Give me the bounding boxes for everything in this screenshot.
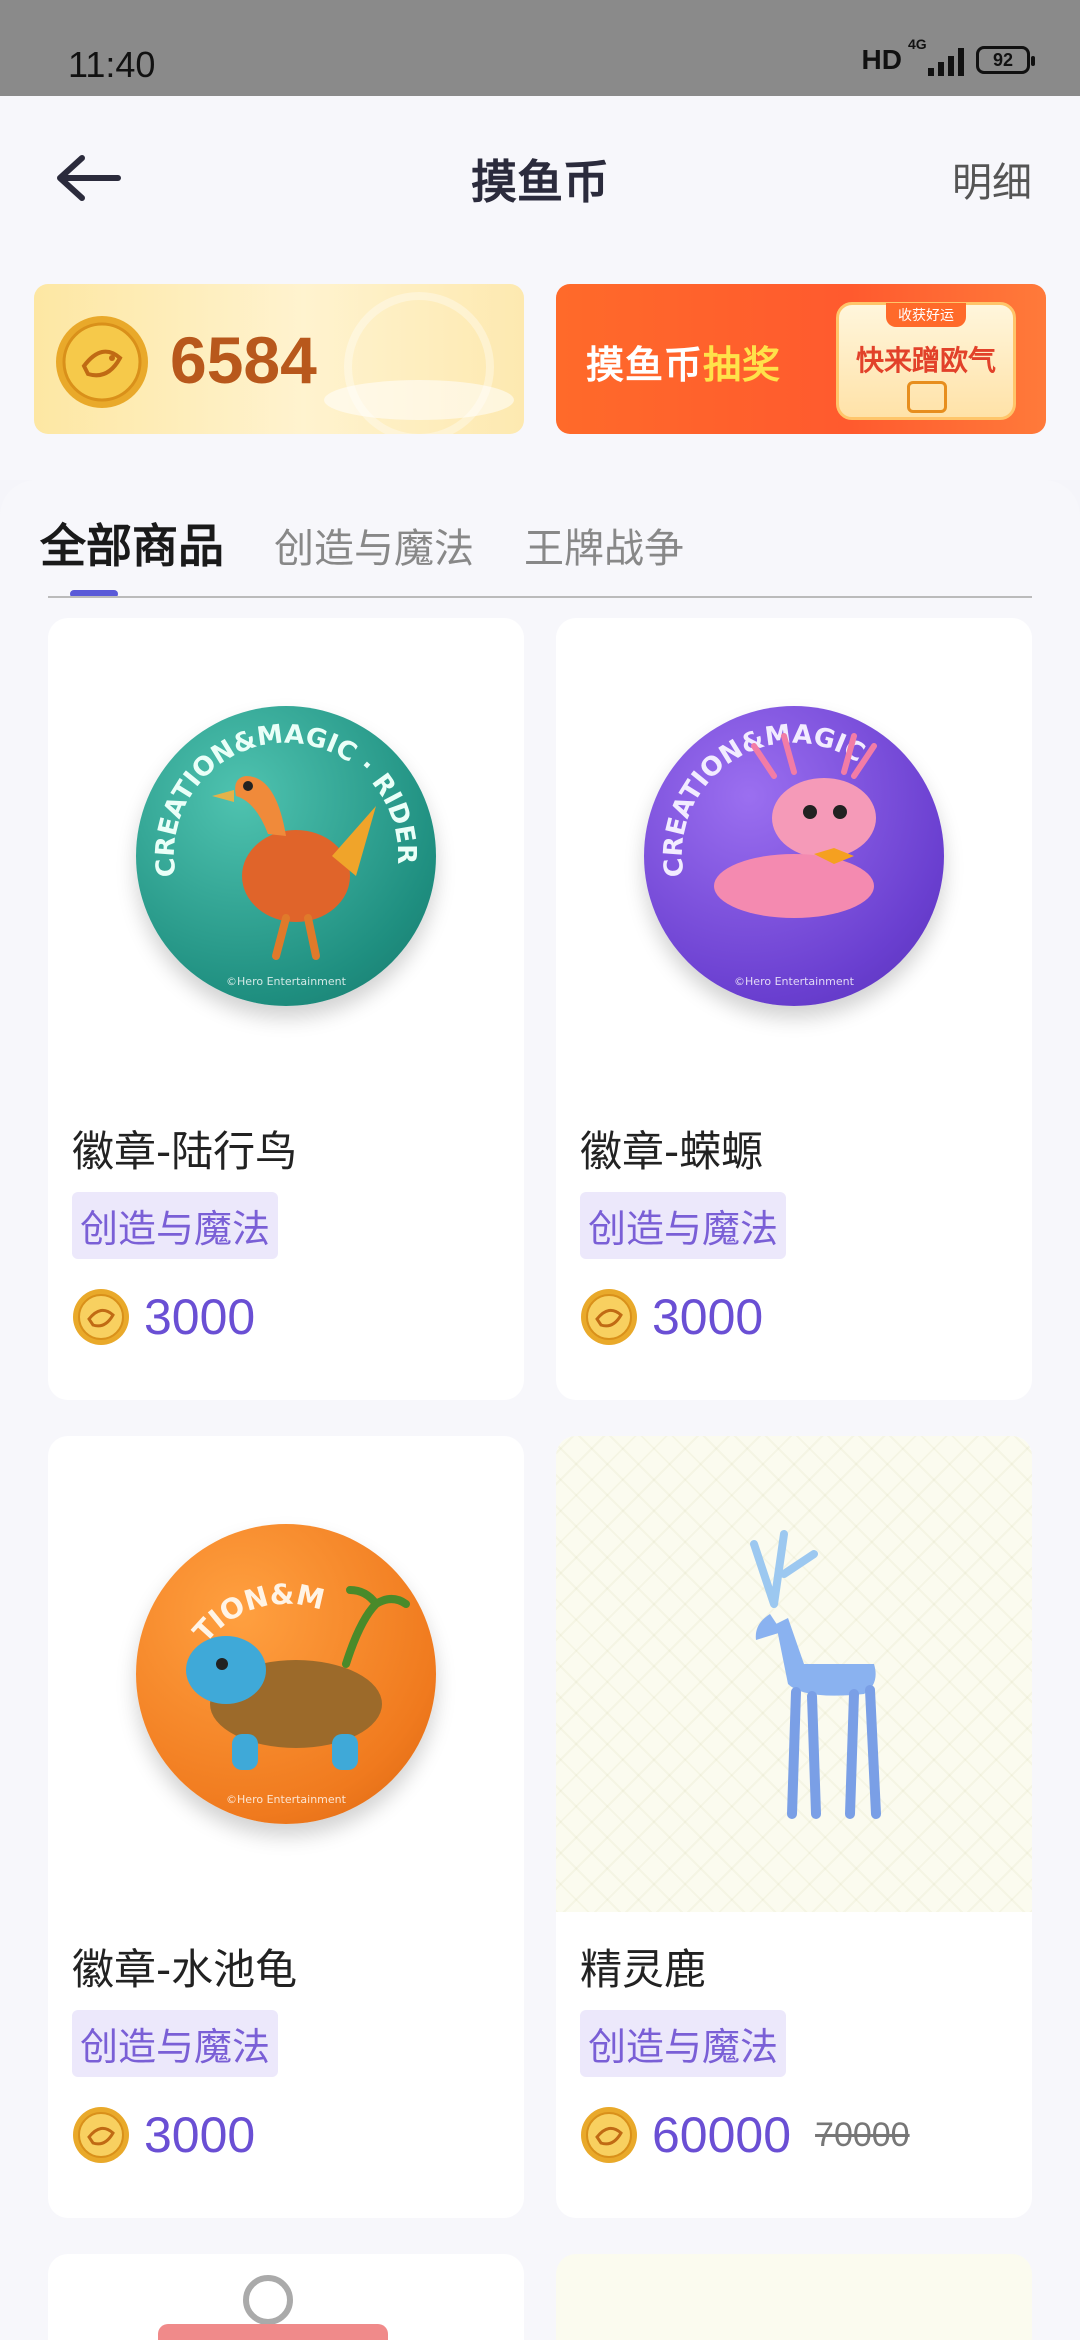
price-value: 60000	[652, 2107, 792, 2163]
page-title: 摸鱼币	[471, 155, 609, 209]
product-card[interactable]: CREATION&MAGIC · RIDER · HAWS ©Hero Ente…	[48, 618, 524, 1400]
product-image: TION&M ©Hero Entertainment	[48, 1436, 524, 1912]
badge-pin-image: CREATION&MAGIC · RIDER · HAWS ©Hero Ente…	[136, 706, 436, 1006]
battery-level: 92	[992, 49, 1014, 70]
product-card-partial[interactable]	[556, 2254, 1032, 2340]
price-value: 3000	[144, 1289, 256, 1345]
badge-art: CREATION&MAGIC	[659, 719, 877, 918]
product-card[interactable]: 精灵鹿 创造与魔法 60000 70000	[556, 1436, 1032, 2218]
product-price: 3000	[72, 2106, 255, 2164]
hd-indicator: HD	[861, 44, 902, 75]
product-card-partial[interactable]	[48, 2254, 524, 2340]
coin-balance-card: 6584	[34, 284, 524, 434]
tab-creation-magic[interactable]: 创造与魔法	[274, 516, 474, 574]
badge-pin-image: CREATION&MAGIC ©Hero Entertainment	[644, 706, 944, 1006]
product-tag: 创造与魔法	[72, 1192, 279, 1259]
keychain-image	[158, 2275, 388, 2340]
lottery-title-part1: 摸鱼币	[586, 343, 704, 387]
status-icons: HD 4G 92	[861, 36, 1035, 76]
lottery-badge: 收获好运 快来蹭欧气	[836, 302, 1016, 420]
fish-coin-icon	[581, 1289, 637, 1345]
fish-coin-icon	[56, 316, 148, 408]
product-name: 徽章-陆行鸟	[72, 1127, 298, 1176]
product-name: 徽章-水池龟	[72, 1945, 298, 1994]
network-type: 4G	[908, 36, 927, 52]
svg-text:TION&M: TION&M	[186, 1578, 327, 1649]
gift-icon	[907, 381, 947, 413]
lottery-badge-main: 快来蹭欧气	[855, 344, 996, 377]
product-price: 60000 70000	[580, 2106, 910, 2164]
price-value: 3000	[652, 1289, 764, 1345]
lottery-banner[interactable]: 摸鱼币抽奖 收获好运 快来蹭欧气	[556, 284, 1046, 434]
product-tag: 创造与魔法	[580, 1192, 787, 1259]
lottery-badge-top: 收获好运	[886, 303, 966, 327]
product-card[interactable]: TION&M ©Hero Entertainment 徽章-水池龟 创造与魔法 …	[48, 1436, 524, 2218]
category-tabs: 全部商品 创造与魔法 王牌战争	[40, 510, 684, 576]
coin-balance: 6584	[170, 323, 317, 397]
product-card[interactable]: CREATION&MAGIC ©Hero Entertainment 徽章-蝾螈…	[556, 618, 1032, 1400]
tab-all-products[interactable]: 全部商品	[40, 510, 224, 576]
product-panel: 全部商品 创造与魔法 王牌战争 CREATION&MAGIC · RIDER ·…	[0, 480, 1080, 2340]
battery-icon: 92	[976, 46, 1035, 74]
badge-ring-text: TION&M	[186, 1578, 327, 1649]
tabs-divider	[48, 596, 1032, 598]
detail-link[interactable]: 明细	[952, 150, 1032, 208]
product-name: 精灵鹿	[580, 1945, 707, 1994]
tab-ace-war[interactable]: 王牌战争	[524, 516, 684, 574]
signal-icon: 4G	[908, 36, 964, 76]
fish-coin-icon	[73, 2107, 129, 2163]
product-image	[556, 1436, 1032, 1912]
fish-coin-icon	[73, 1289, 129, 1345]
lottery-title-part2: 抽奖	[703, 343, 782, 387]
product-tag: 创造与魔法	[72, 2010, 279, 2077]
product-price: 3000	[580, 1288, 763, 1346]
coin-decoration-base	[324, 380, 514, 420]
copyright-text: ©Hero Entertainment	[734, 975, 854, 988]
header: 摸鱼币 明细 6584 摸鱼币抽奖 收获好运 快来蹭欧气	[0, 96, 1080, 480]
copyright-text: ©Hero Entertainment	[226, 1793, 346, 1806]
status-bar: 11:40 HD 4G 92	[0, 0, 1080, 96]
fish-coin-icon	[581, 2107, 637, 2163]
product-tag: 创造与魔法	[580, 2010, 787, 2077]
status-time: 11:40	[68, 44, 156, 85]
lottery-title: 摸鱼币抽奖	[586, 334, 781, 389]
product-price: 3000	[72, 1288, 255, 1346]
copyright-text: ©Hero Entertainment	[226, 975, 346, 988]
product-image: CREATION&MAGIC · RIDER · HAWS ©Hero Ente…	[48, 618, 524, 1094]
price-value: 3000	[144, 2107, 256, 2163]
badge-pin-image: TION&M ©Hero Entertainment	[136, 1524, 436, 1824]
badge-art: TION&M	[186, 1578, 410, 1770]
product-name: 徽章-蝾螈	[580, 1127, 764, 1176]
deer-figure	[750, 1530, 881, 1819]
badge-art: CREATION&MAGIC · RIDER · HAWS	[136, 706, 421, 960]
product-image: CREATION&MAGIC ©Hero Entertainment	[556, 618, 1032, 1094]
original-price: 70000	[815, 2115, 910, 2154]
deer-image	[556, 1436, 1032, 1912]
